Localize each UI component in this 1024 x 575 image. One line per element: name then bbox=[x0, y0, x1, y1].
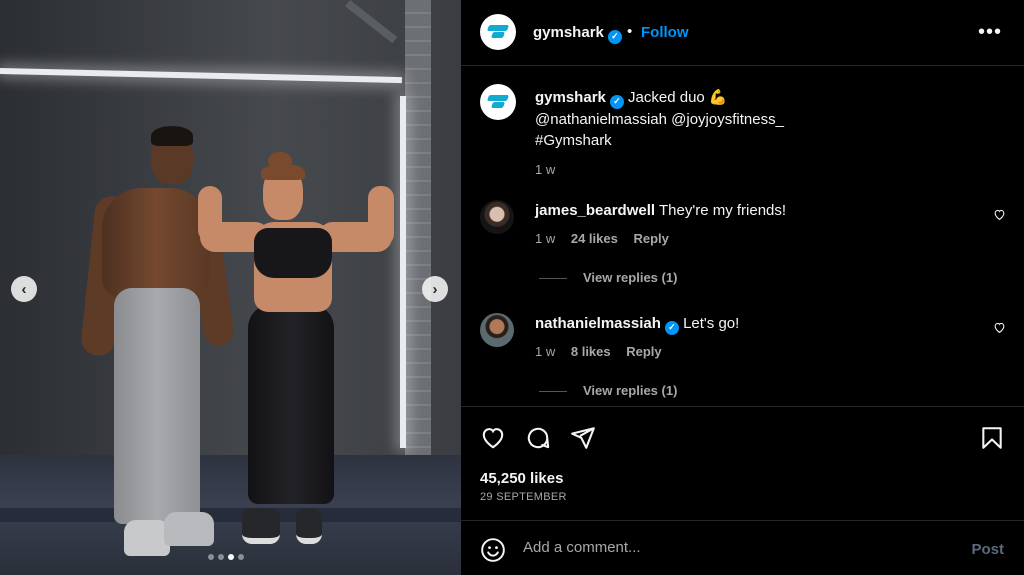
woman-hair-bun bbox=[268, 152, 292, 170]
steel-beam bbox=[405, 0, 431, 480]
post-header: gymshark ✓ • Follow ••• bbox=[461, 0, 1024, 66]
comment-heart-icon[interactable] bbox=[993, 208, 1006, 226]
post-image[interactable]: ‹ › bbox=[0, 0, 461, 575]
reply-button[interactable]: Reply bbox=[626, 344, 661, 359]
caption-mentions[interactable]: @nathanielmassiah @joyjoysfitness_ bbox=[535, 111, 784, 128]
caption-timestamp[interactable]: 1 w bbox=[535, 159, 855, 180]
comment-timestamp[interactable]: 1 w bbox=[535, 344, 555, 359]
previous-slide-button[interactable]: ‹ bbox=[11, 276, 37, 302]
commenter-username[interactable]: nathanielmassiah bbox=[535, 315, 661, 332]
carousel-dot bbox=[238, 554, 244, 560]
floor-strip bbox=[0, 508, 461, 522]
comment-icon[interactable] bbox=[525, 425, 551, 456]
commenter-username[interactable]: james_beardwell bbox=[535, 202, 655, 219]
verified-badge-icon: ✓ bbox=[664, 320, 679, 335]
comment-text: They're my friends! bbox=[658, 202, 787, 219]
woman-right-shoe bbox=[296, 508, 322, 544]
bookmark-icon[interactable] bbox=[979, 425, 1005, 456]
man-hair bbox=[151, 126, 193, 146]
author-username[interactable]: gymshark ✓ bbox=[533, 24, 622, 44]
led-light-vertical bbox=[400, 96, 406, 448]
view-replies-button[interactable]: View replies (1) bbox=[539, 383, 677, 398]
commenter-avatar[interactable] bbox=[480, 200, 514, 234]
woman-left-shoe bbox=[242, 508, 280, 544]
reply-button[interactable]: Reply bbox=[633, 231, 668, 246]
woman-sports-bra bbox=[254, 228, 332, 278]
gymshark-logo-icon bbox=[488, 25, 508, 39]
woman-legs bbox=[248, 304, 334, 504]
comment-likes[interactable]: 8 likes bbox=[571, 344, 611, 359]
comment-body: nathanielmassiah ✓ Let's go! bbox=[535, 315, 739, 335]
post-caption: gymshark ✓ Jacked duo 💪 @nathanielmassiah… bbox=[535, 87, 855, 180]
chevron-right-icon: › bbox=[432, 280, 438, 298]
heart-icon[interactable] bbox=[480, 425, 506, 456]
like-count[interactable]: 45,250 likes bbox=[480, 470, 563, 487]
next-slide-button[interactable]: › bbox=[422, 276, 448, 302]
caption-hashtag[interactable]: #Gymshark bbox=[535, 132, 612, 149]
chevron-left-icon: ‹ bbox=[21, 280, 27, 298]
gymshark-logo-icon bbox=[488, 95, 508, 109]
comment-text: Let's go! bbox=[683, 315, 740, 332]
comment-heart-icon[interactable] bbox=[993, 321, 1006, 339]
emoji-icon[interactable] bbox=[480, 537, 506, 568]
caption-author-avatar[interactable] bbox=[480, 84, 516, 120]
follow-button[interactable]: Follow bbox=[641, 24, 689, 41]
man-right-shoe bbox=[164, 512, 214, 546]
more-options-icon[interactable]: ••• bbox=[978, 22, 1002, 42]
comment-meta: 1 w 8 likes Reply bbox=[535, 344, 674, 359]
share-icon[interactable] bbox=[570, 425, 596, 456]
comment-likes[interactable]: 24 likes bbox=[571, 231, 618, 246]
carousel-dot-active bbox=[228, 554, 234, 560]
carousel-indicator bbox=[208, 554, 244, 560]
comment-timestamp[interactable]: 1 w bbox=[535, 231, 555, 246]
caption-text: Jacked duo 💪 bbox=[628, 89, 728, 106]
comment-body: james_beardwell They're my friends! bbox=[535, 202, 786, 219]
carousel-dot bbox=[218, 554, 224, 560]
comment-input[interactable] bbox=[523, 539, 943, 556]
comment-meta: 1 w 24 likes Reply bbox=[535, 231, 681, 246]
man-pants bbox=[114, 288, 200, 524]
view-replies-button[interactable]: View replies (1) bbox=[539, 270, 677, 285]
man-torso bbox=[102, 188, 210, 298]
caption-username[interactable]: gymshark bbox=[535, 89, 606, 106]
post-date[interactable]: 29 SEPTEMBER bbox=[480, 491, 567, 503]
author-avatar[interactable] bbox=[480, 14, 516, 50]
post-details-panel: gymshark ✓ • Follow ••• gymshark ✓ Jacked … bbox=[461, 0, 1024, 575]
commenter-avatar[interactable] bbox=[480, 313, 514, 347]
separator-dot: • bbox=[627, 23, 633, 40]
post-comment-button[interactable]: Post bbox=[971, 541, 1004, 558]
comment-composer: Post bbox=[461, 520, 1024, 575]
carousel-dot bbox=[208, 554, 214, 560]
verified-badge-icon: ✓ bbox=[609, 94, 624, 109]
verified-badge-icon: ✓ bbox=[607, 29, 622, 44]
